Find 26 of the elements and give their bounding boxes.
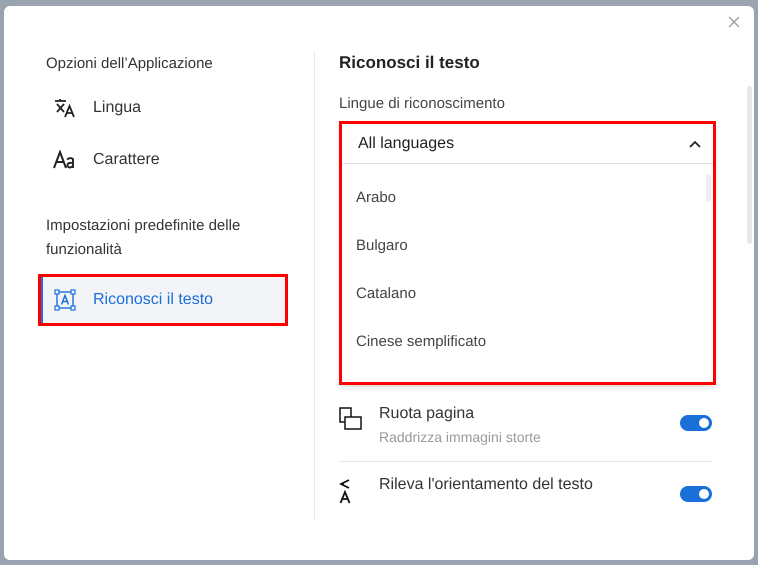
text-frame-icon	[54, 289, 76, 311]
language-option[interactable]: Bulgaro	[342, 222, 713, 270]
close-button[interactable]	[726, 14, 742, 30]
language-option[interactable]: Arabo	[342, 174, 713, 222]
sidebar-item[interactable]: Riconosci il testo	[41, 277, 285, 323]
text-orientation-icon	[339, 478, 351, 504]
section-heading: Impostazioni predefinite delle funzionalità	[45, 216, 242, 260]
toggle-switch[interactable]	[680, 486, 712, 502]
setting-title: Ruota pagina	[379, 404, 476, 424]
pages-icon	[339, 407, 363, 431]
setting-description: Raddrizza immagini storte	[379, 428, 542, 447]
close-icon	[728, 16, 740, 28]
toggle-switch[interactable]	[680, 415, 712, 431]
scrollbar[interactable]	[747, 86, 752, 244]
sidebar-item[interactable]: Carattere	[41, 137, 285, 183]
language-select[interactable]: All languages	[342, 124, 713, 164]
translate-icon	[54, 98, 76, 118]
language-option[interactable]: Cinese semplificato	[342, 318, 713, 366]
panel-title: Riconosci il testo	[339, 52, 481, 74]
caret-up-icon	[689, 140, 701, 148]
setting-title: Rileva l'orientamento del testo	[379, 475, 594, 495]
sidebar-item[interactable]: Lingua	[41, 85, 285, 131]
field-label: Lingue di riconoscimento	[339, 94, 506, 114]
language-option[interactable]: Catalano	[342, 270, 713, 318]
section-heading: Opzioni dell’Applicazione	[45, 54, 214, 74]
font-icon	[53, 150, 77, 170]
